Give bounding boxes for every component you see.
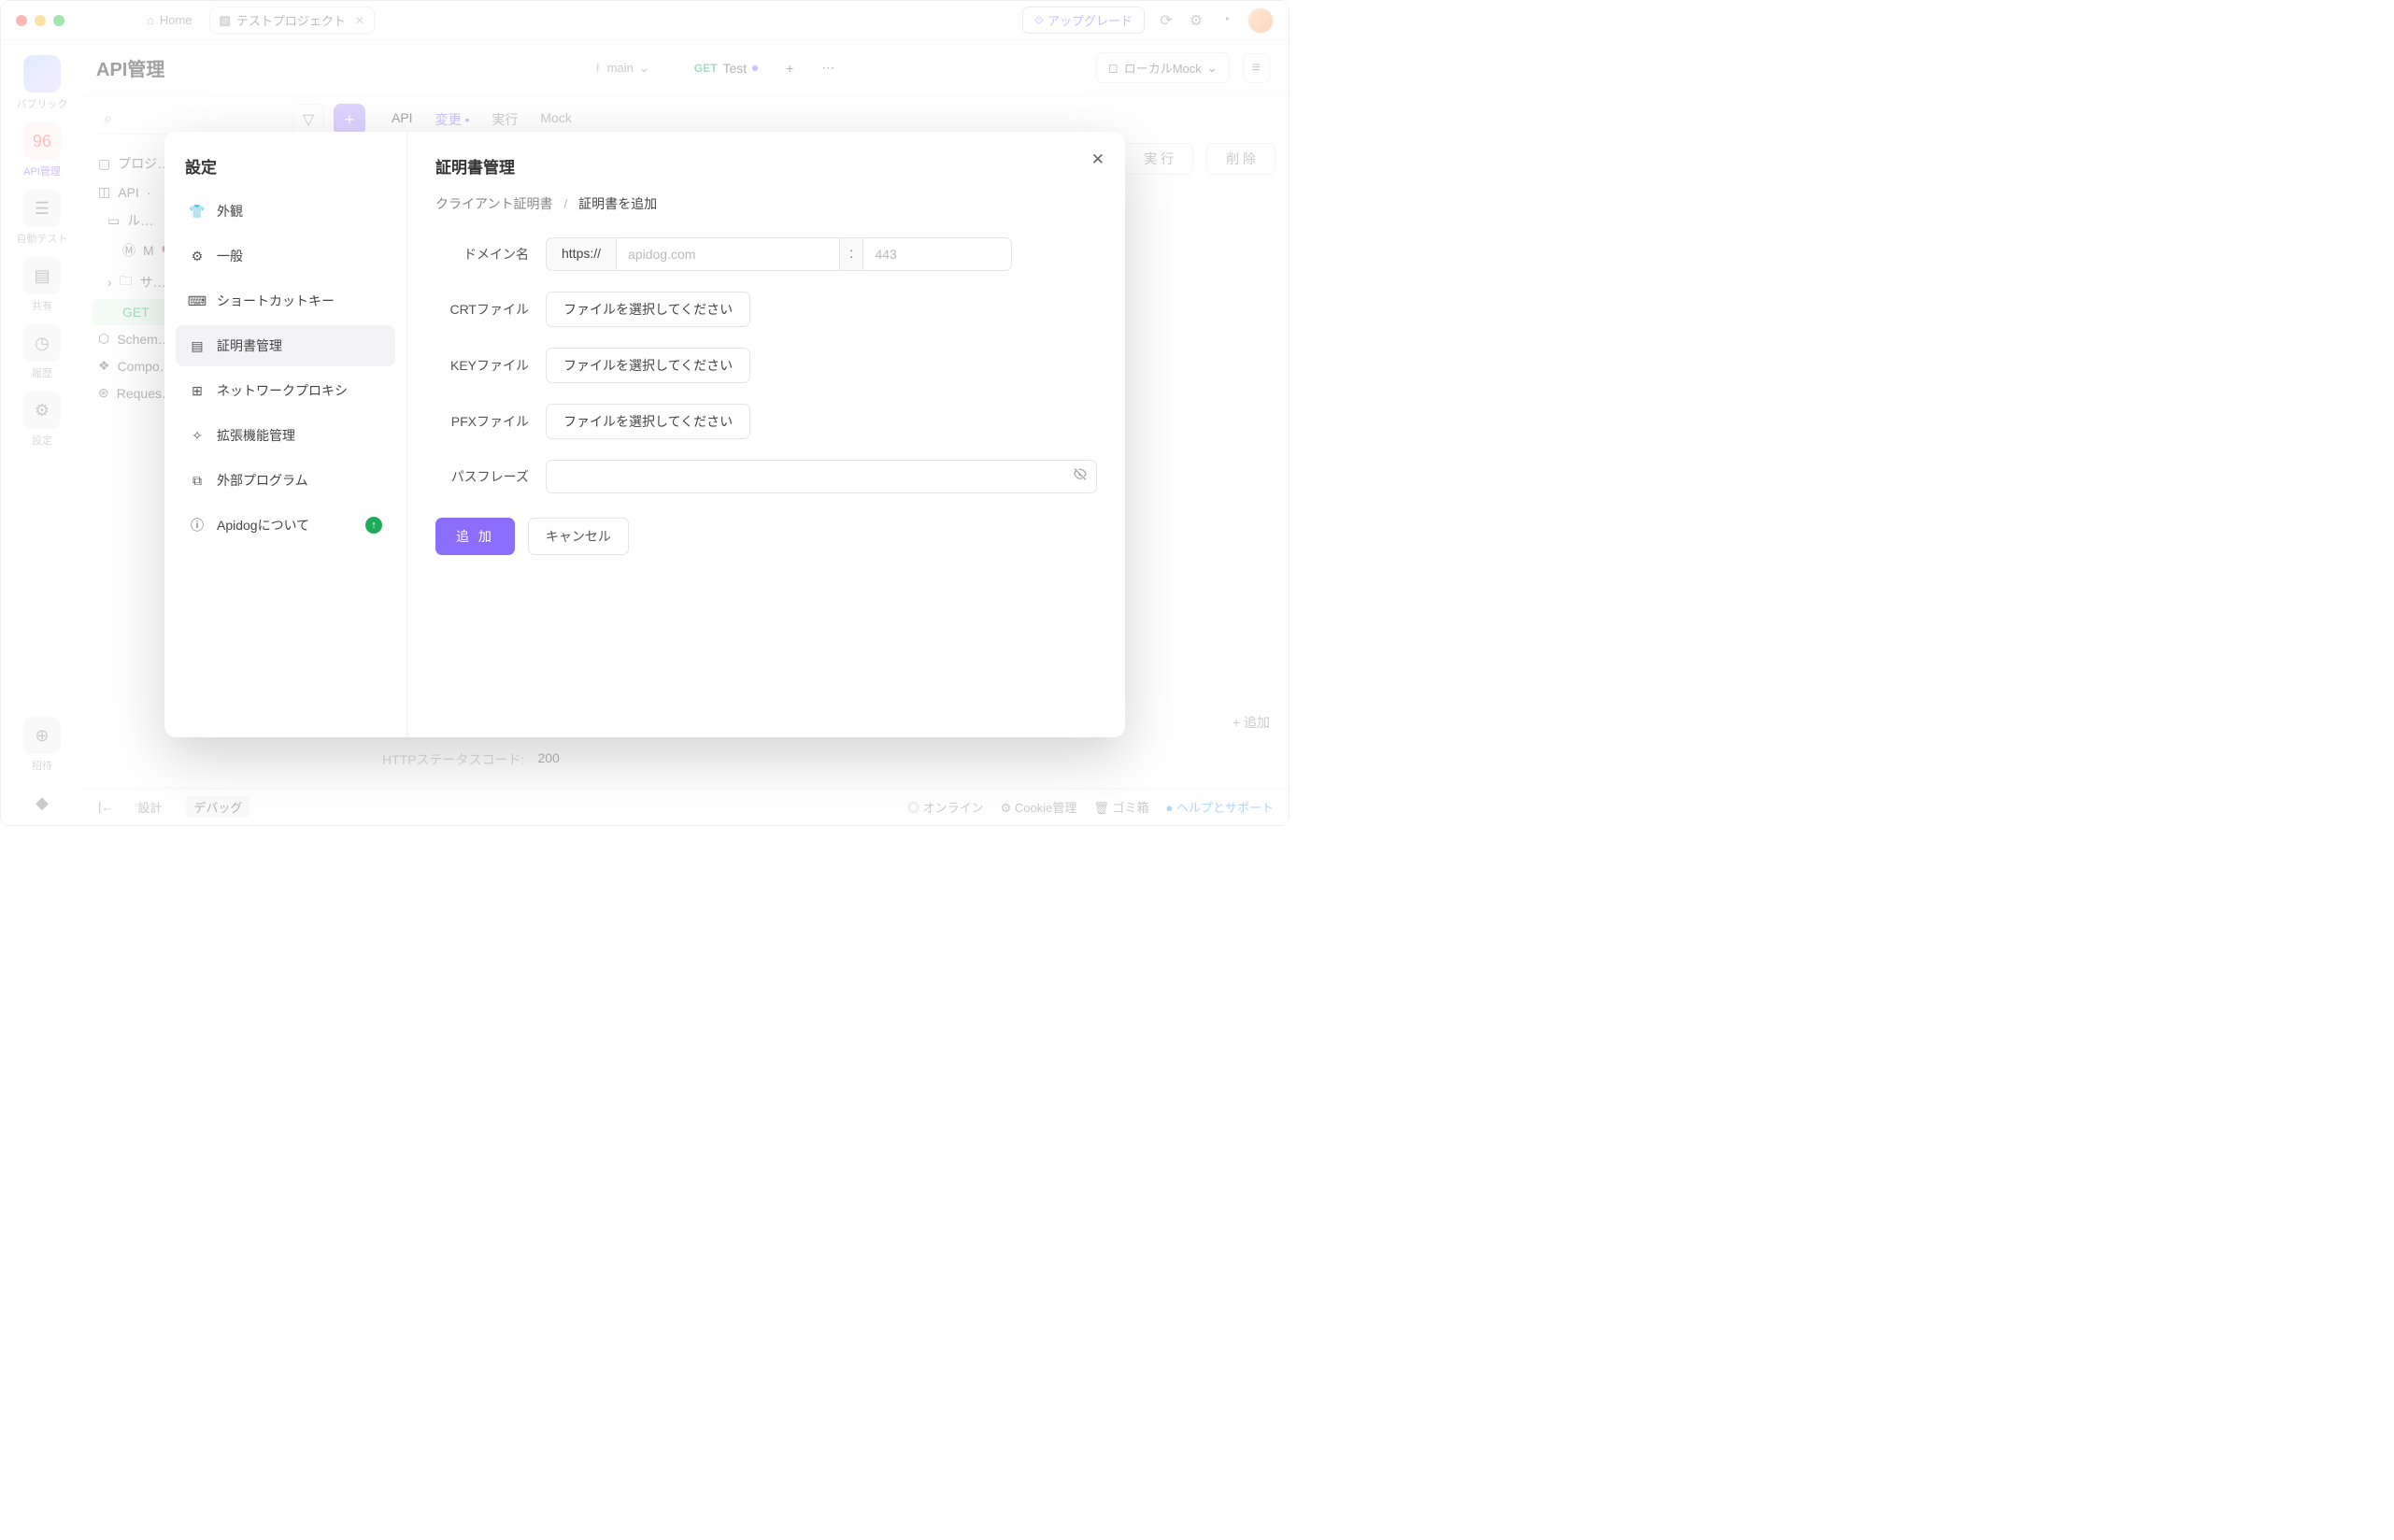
label-crt: CRTファイル — [435, 300, 529, 319]
puzzle-icon: ✧ — [189, 427, 206, 444]
label-key: KEYファイル — [435, 356, 529, 375]
protocol-prefix: https:// — [546, 237, 616, 271]
shirt-icon: 👕 — [189, 203, 206, 220]
modal-sidebar: 設定 👕外観 ⚙一般 ⌨ショートカットキー ▤証明書管理 ⊞ネットワークプロキシ… — [164, 132, 407, 737]
crt-file-button[interactable]: ファイルを選択してください — [546, 292, 750, 327]
network-icon: ⊞ — [189, 382, 206, 399]
pfx-file-button[interactable]: ファイルを選択してください — [546, 404, 750, 439]
nav-plugin[interactable]: ✧拡張機能管理 — [176, 415, 395, 456]
crumb-parent[interactable]: クライアント証明書 — [435, 196, 552, 211]
cert-form: ドメイン名 https:// : CRTファイル ファイルを選択してください K… — [435, 237, 1097, 493]
breadcrumb: クライアント証明書 / 証明書を追加 — [435, 194, 1097, 213]
port-colon: : — [840, 237, 862, 271]
info-icon: ⓘ — [189, 517, 206, 534]
nav-external[interactable]: ⧉外部プログラム — [176, 460, 395, 501]
nav-appearance[interactable]: 👕外観 — [176, 191, 395, 232]
settings-modal: 設定 👕外観 ⚙一般 ⌨ショートカットキー ▤証明書管理 ⊞ネットワークプロキシ… — [164, 132, 1125, 737]
certificate-icon: ▤ — [189, 337, 206, 354]
label-pfx: PFXファイル — [435, 412, 529, 431]
label-domain: ドメイン名 — [435, 245, 529, 264]
nav-general[interactable]: ⚙一般 — [176, 235, 395, 277]
update-badge-icon: ↑ — [365, 517, 382, 534]
add-cert-button[interactable]: 追 加 — [435, 518, 515, 555]
panel-heading: 証明書管理 — [435, 154, 1097, 178]
port-input[interactable] — [862, 237, 1012, 271]
key-file-button[interactable]: ファイルを選択してください — [546, 348, 750, 383]
passphrase-input[interactable] — [546, 460, 1097, 493]
nav-cert[interactable]: ▤証明書管理 — [176, 325, 395, 366]
gear-icon: ⚙ — [189, 248, 206, 264]
host-input[interactable] — [616, 237, 840, 271]
crumb-current: 証明書を追加 — [578, 196, 657, 211]
keyboard-icon: ⌨ — [189, 292, 206, 309]
modal-content: 証明書管理 ✕ クライアント証明書 / 証明書を追加 ドメイン名 https:/… — [407, 132, 1125, 737]
nav-shortcut[interactable]: ⌨ショートカットキー — [176, 280, 395, 321]
label-passphrase: パスフレーズ — [435, 467, 529, 486]
nav-proxy[interactable]: ⊞ネットワークプロキシ — [176, 370, 395, 411]
modal-title: 設定 — [176, 154, 395, 191]
close-modal-button[interactable]: ✕ — [1091, 150, 1104, 169]
external-icon: ⧉ — [189, 472, 206, 489]
nav-about[interactable]: ⓘApidogについて↑ — [176, 505, 395, 546]
cancel-button[interactable]: キャンセル — [528, 518, 629, 555]
eye-off-icon[interactable] — [1073, 467, 1088, 487]
